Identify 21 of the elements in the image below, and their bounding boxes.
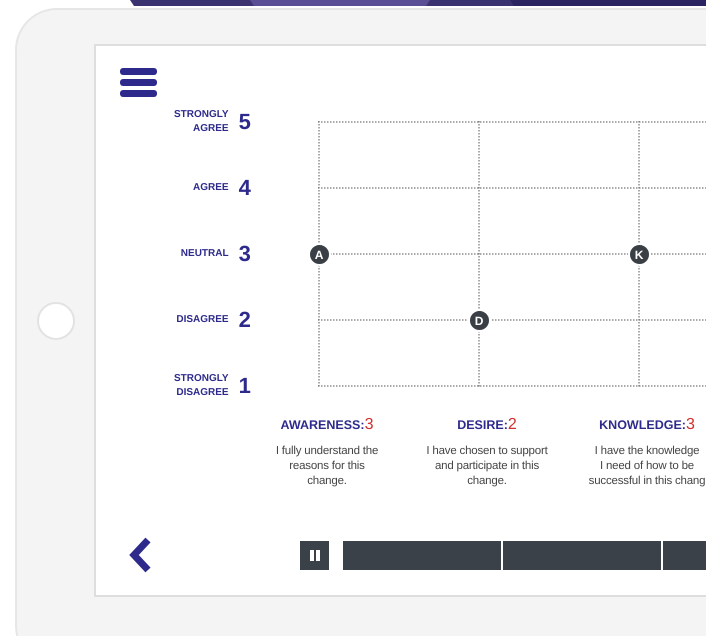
scale-number: 1 [238,375,252,397]
stage-description: I have chosen to support and participate in this change. [425,444,549,489]
stage-description: I have the knowledge I need of how to be successful in this chang [588,444,706,489]
scale-label: NEUTRAL [180,247,229,261]
scale-number: 3 [238,243,252,265]
stage-marker: D [468,309,491,332]
stage-heading: KNOWLEDGE:3 [599,415,695,435]
scale-label: STRONGLY DISAGREE [172,372,229,400]
menu-icon[interactable] [120,68,157,97]
scale-number: 5 [238,111,252,133]
stage-heading: DESIRE:2 [457,415,517,435]
stage-heading: AWARENESS:3 [280,415,374,435]
stage-description: I fully understand the reasons for this change. [274,444,380,489]
stage-marker: K [628,243,651,266]
stage-marker: A [308,243,331,266]
scale-number: 2 [238,309,252,331]
pause-button[interactable] [300,540,329,570]
scale-label: AGREE [192,181,229,195]
scale-number: 4 [238,177,252,199]
scale-label: DISAGREE [175,313,229,327]
scale-label: STRONGLY AGREE [172,108,229,136]
